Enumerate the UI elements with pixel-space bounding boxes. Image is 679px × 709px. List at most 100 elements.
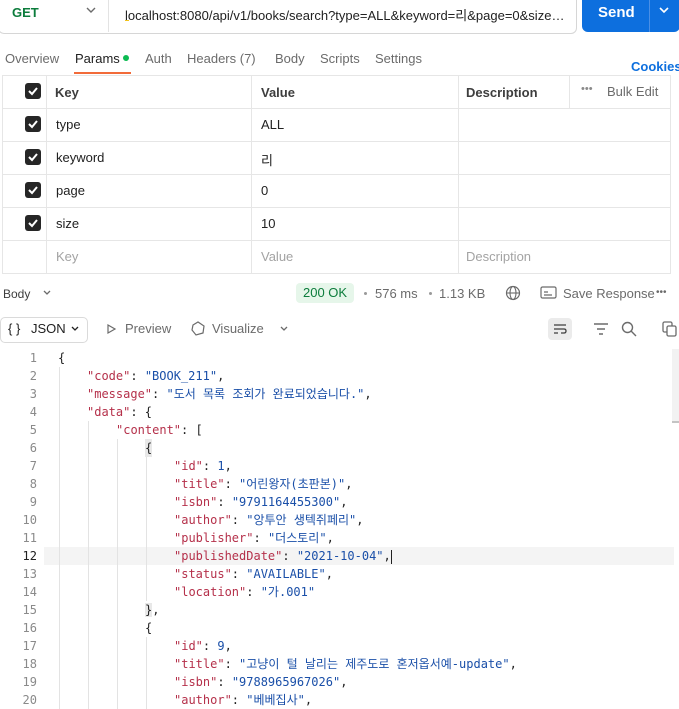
separator-dot <box>364 292 367 295</box>
line-number: 16 <box>22 621 37 635</box>
code-line: "location": "가.001" <box>174 585 316 599</box>
json-number: 1 <box>217 459 225 473</box>
json-number: 9 <box>217 639 225 653</box>
param-value[interactable]: ALL <box>261 117 284 132</box>
tab-scripts[interactable]: Scripts <box>320 51 360 66</box>
param-checkbox[interactable] <box>25 182 41 198</box>
tab-body[interactable]: Body <box>275 51 305 66</box>
chevron-down-icon[interactable] <box>41 287 53 299</box>
response-code-viewer[interactable]: 1 { 2 "code": "BOOK_211", 3 "message": "도서 … <box>0 349 679 709</box>
line-number: 15 <box>22 603 37 617</box>
param-value[interactable]: 리 <box>261 150 273 169</box>
chevron-down-icon[interactable] <box>84 3 98 17</box>
active-tab-underline <box>74 72 131 74</box>
code-line: { <box>58 351 66 365</box>
bulk-edit-button[interactable]: Bulk Edit <box>607 84 658 99</box>
json-key: "data" <box>87 405 131 419</box>
divider <box>649 0 650 32</box>
copy-icon[interactable] <box>662 321 677 337</box>
json-key: "message" <box>87 387 153 401</box>
column-header-description: Description <box>466 85 538 100</box>
play-icon[interactable] <box>105 323 117 335</box>
line-number: 5 <box>29 423 37 437</box>
code-line: "title": "고냥이 털 날리는 제주도로 혼저옵서예-update", <box>174 657 517 671</box>
tab-overview[interactable]: Overview <box>5 51 59 66</box>
tab-params[interactable]: Params <box>75 51 120 66</box>
param-key[interactable]: keyword <box>56 150 104 165</box>
line-number: 10 <box>22 513 37 527</box>
save-response-button[interactable]: Save Response <box>563 286 655 301</box>
status-text: 200 OK <box>303 285 348 300</box>
globe-icon[interactable] <box>505 285 521 301</box>
param-value[interactable]: 0 <box>261 183 268 198</box>
tab-auth[interactable]: Auth <box>145 51 172 66</box>
scrollbar-thumb[interactable] <box>672 421 679 423</box>
visualize-button[interactable]: Visualize <box>212 321 264 336</box>
line-number: 8 <box>29 477 37 491</box>
json-key: "author" <box>174 513 232 527</box>
line-number: 2 <box>29 369 37 383</box>
line-number: 20 <box>22 693 37 707</box>
response-body-select[interactable]: Body <box>3 287 30 301</box>
code-line: "isbn": "9791164455300", <box>174 495 348 509</box>
code-line: { <box>145 621 153 635</box>
json-string: "도서 목록 조회가 완료되었습니다." <box>166 387 365 401</box>
more-icon[interactable]: ••• <box>656 287 667 298</box>
code-line: }, <box>145 603 160 617</box>
json-string: "더스토리" <box>267 531 327 545</box>
tab-settings[interactable]: Settings <box>375 51 422 66</box>
tab-headers[interactable]: Headers (7) <box>187 51 256 66</box>
json-key: "location" <box>174 585 247 599</box>
chevron-down-icon[interactable] <box>278 323 290 335</box>
param-key[interactable]: size <box>56 216 79 231</box>
params-table: Key Value Description ••• Bulk Edit type… <box>2 75 671 274</box>
code-line: "content": [ <box>116 423 203 437</box>
code-line: "code": "BOOK_211", <box>87 369 225 383</box>
param-checkbox[interactable] <box>25 149 41 165</box>
separator-dot <box>429 292 432 295</box>
json-key: "id" <box>174 639 203 653</box>
line-number: 4 <box>29 405 37 419</box>
code-line: "status": "AVAILABLE", <box>174 567 333 581</box>
search-icon[interactable] <box>621 321 637 337</box>
json-string: "9788965967026" <box>231 675 341 689</box>
code-line: "data": { <box>87 405 153 419</box>
json-key: "status" <box>174 567 232 581</box>
scrollbar-track[interactable] <box>672 349 679 421</box>
param-checkbox[interactable] <box>25 116 41 132</box>
json-key: "title" <box>174 477 225 491</box>
code-line: "id": 9, <box>174 639 232 653</box>
new-value-input[interactable]: Value <box>261 249 293 264</box>
json-key: "code" <box>87 369 131 383</box>
param-value[interactable]: 10 <box>261 216 275 231</box>
divider <box>108 0 109 32</box>
json-string: "앙투안 생텍쥐페리" <box>246 513 357 527</box>
code-line: "id": 1, <box>174 459 232 473</box>
response-time[interactable]: 576 ms <box>375 286 418 301</box>
visualize-icon[interactable] <box>190 320 207 337</box>
preview-button[interactable]: Preview <box>125 321 171 336</box>
line-number: 9 <box>29 495 37 509</box>
select-all-checkbox[interactable] <box>25 83 41 99</box>
url-input[interactable]: localhost:8080/api/v1/books/search?type=… <box>125 5 567 24</box>
cookies-link[interactable]: Cookies <box>631 59 679 74</box>
filter-icon[interactable] <box>593 322 609 336</box>
code-line: { <box>145 439 153 457</box>
param-checkbox[interactable] <box>25 215 41 231</box>
method-select[interactable]: GET <box>12 5 39 20</box>
send-button-label: Send <box>598 4 635 21</box>
new-description-input[interactable]: Description <box>466 249 531 264</box>
response-size[interactable]: 1.13 KB <box>439 286 485 301</box>
chevron-down-icon[interactable] <box>657 3 671 17</box>
param-key[interactable]: type <box>56 117 81 132</box>
new-key-input[interactable]: Key <box>56 249 78 264</box>
wrap-lines-icon <box>554 324 567 334</box>
line-number: 18 <box>22 657 37 671</box>
line-number: 3 <box>29 387 37 401</box>
json-key: "isbn" <box>174 675 218 689</box>
format-label: JSON <box>31 321 66 336</box>
line-number: 19 <box>22 675 37 689</box>
json-string: "어린왕자(초판본)" <box>239 477 346 491</box>
more-icon[interactable]: ••• <box>581 83 593 95</box>
param-key[interactable]: page <box>56 183 85 198</box>
